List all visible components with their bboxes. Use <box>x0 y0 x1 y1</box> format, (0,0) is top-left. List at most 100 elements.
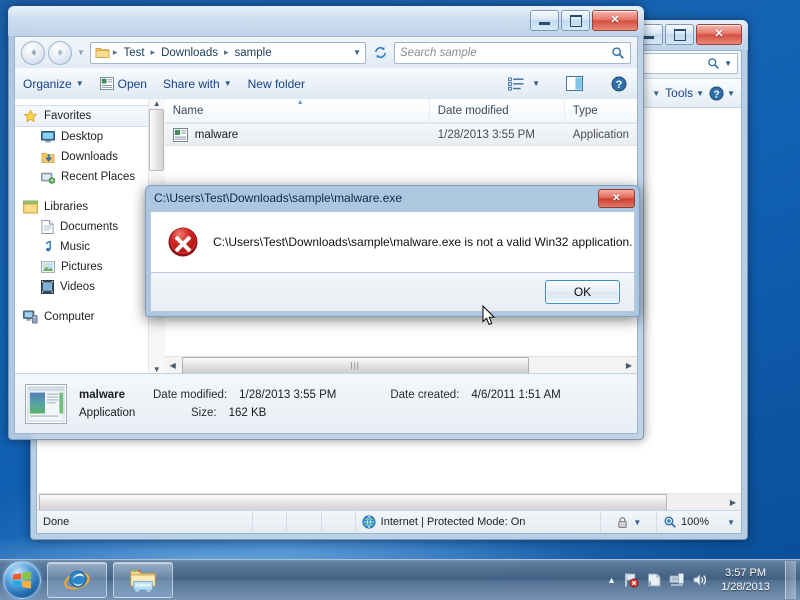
start-button[interactable] <box>3 561 41 599</box>
ie-help-menu[interactable]: ? ▼ <box>709 85 735 101</box>
ok-button[interactable]: OK <box>545 280 620 304</box>
file-date-modified-cell: 1/28/2013 3:55 PM <box>437 128 535 141</box>
explorer-close-button[interactable]: ✕ <box>592 10 638 31</box>
minimize-icon <box>643 36 654 39</box>
chevron-down-icon[interactable]: ▼ <box>633 518 641 527</box>
sidebar-label: Downloads <box>61 151 118 163</box>
change-view-button[interactable]: ▼ <box>508 76 540 91</box>
column-label: Name <box>172 104 204 117</box>
column-label: Date modified <box>437 104 509 117</box>
share-with-label: Share with <box>162 76 220 91</box>
file-list-horizontal-scrollbar[interactable]: ◀ ||| ▶ <box>164 356 637 374</box>
show-desktop-button[interactable] <box>785 561 796 599</box>
ie-horizontal-scrollbar[interactable]: ▶ <box>37 493 741 511</box>
sidebar-item-pictures[interactable]: Pictures <box>15 257 148 277</box>
breadcrumb-item-downloads[interactable]: Downloads <box>158 46 221 60</box>
sidebar-item-libraries[interactable]: Libraries <box>15 197 148 217</box>
address-dropdown-icon[interactable]: ▼ <box>353 48 361 57</box>
ie-hscroll-thumb[interactable] <box>39 494 667 511</box>
volume-icon[interactable] <box>692 572 708 588</box>
navpane-scroll-up-arrow[interactable]: ▲ <box>149 99 165 108</box>
maximize-icon <box>569 14 582 27</box>
show-hidden-icons-button[interactable]: ▲ <box>607 575 616 585</box>
back-button[interactable] <box>21 40 45 65</box>
filelist-hscroll-thumb[interactable]: ||| <box>181 357 529 374</box>
breadcrumb-separator: ▸ <box>150 47 156 57</box>
forward-arrow-icon <box>57 48 63 57</box>
sidebar-item-downloads[interactable]: Downloads <box>15 147 148 167</box>
sidebar-item-recent-places[interactable]: Recent Places <box>15 167 148 187</box>
ie-hscroll-right-arrow[interactable]: ▶ <box>725 498 741 507</box>
clock-date: 1/28/2013 <box>721 581 770 593</box>
column-header-date-modified[interactable]: Date modified <box>430 99 565 122</box>
file-name-cell[interactable]: malware <box>165 124 430 145</box>
explorer-title-bar[interactable]: ✕ <box>8 6 644 36</box>
address-bar[interactable]: ▸ Test ▸ Downloads ▸ sample ▼ <box>89 41 366 64</box>
taskbar-button-windows-explorer[interactable] <box>113 562 173 598</box>
file-preview-icon <box>25 383 67 424</box>
taskbar[interactable]: ▲ 3:57 PM 1/28/2013 <box>0 559 800 600</box>
explorer-maximize-button[interactable] <box>561 10 590 31</box>
table-row[interactable]: malware 1/28/2013 3:55 PM Application <box>164 123 637 146</box>
minimize-icon <box>539 22 550 25</box>
filelist-scroll-right-arrow[interactable]: ▶ <box>621 361 637 370</box>
recent-pages-dropdown-icon[interactable]: ▼ <box>77 48 85 57</box>
sidebar-item-videos[interactable]: Videos <box>15 277 148 297</box>
taskbar-button-internet-explorer[interactable] <box>47 562 107 598</box>
explorer-help-button[interactable]: ? <box>611 76 627 92</box>
ie-security-zone[interactable]: Internet | Protected Mode: On <box>356 511 601 533</box>
clock[interactable]: 3:57 PM 1/28/2013 <box>715 566 776 594</box>
open-button[interactable]: Open <box>99 77 147 91</box>
error-dialog-title-bar[interactable]: C:\Users\Test\Downloads\sample\malware.e… <box>145 185 640 211</box>
refresh-icon <box>374 46 386 59</box>
new-folder-button[interactable]: New folder <box>248 77 305 91</box>
sidebar-item-computer[interactable]: Computer <box>15 307 148 327</box>
desktop-icon <box>41 130 55 143</box>
recent-places-icon <box>41 172 55 184</box>
filelist-scroll-left-arrow[interactable]: ◀ <box>165 361 181 370</box>
network-flag-icon[interactable] <box>623 572 639 588</box>
details-pane: malware Date modified: 1/28/2013 3:55 PM… <box>15 373 637 433</box>
ie-close-button[interactable]: ✕ <box>696 24 742 45</box>
column-header-type[interactable]: Type <box>565 99 637 122</box>
search-input[interactable]: Search sample <box>394 41 631 64</box>
file-list-column-headers: ▲ Name Date modified Type <box>164 99 637 123</box>
error-dialog-close-button[interactable]: ✕ <box>598 189 635 208</box>
search-icon <box>612 46 624 59</box>
sidebar-item-favorites[interactable]: Favorites <box>15 105 148 127</box>
sidebar-item-music[interactable]: Music <box>15 237 148 257</box>
ie-maximize-button[interactable] <box>665 24 694 45</box>
ie-zoom-control[interactable]: 100% ▼ <box>657 511 741 533</box>
sidebar-item-documents[interactable]: Documents <box>15 217 148 237</box>
application-icon <box>172 127 188 142</box>
ie-tools-menu[interactable]: Tools ▼ <box>665 86 704 100</box>
ie-safety-dropdown-icon[interactable]: ▼ <box>652 89 660 98</box>
details-date-created-label: Date created: <box>390 388 460 401</box>
breadcrumb-item-sample[interactable]: sample <box>232 46 275 60</box>
explorer-minimize-button[interactable] <box>530 10 559 31</box>
view-list-icon <box>508 76 524 91</box>
error-dialog[interactable]: C:\Users\Test\Downloads\sample\malware.e… <box>145 185 640 317</box>
organize-button[interactable]: Organize ▼ <box>23 77 84 91</box>
forward-button[interactable] <box>48 40 72 65</box>
show-preview-pane-button[interactable] <box>566 76 583 91</box>
details-date-modified-label: Date modified: <box>153 388 228 401</box>
folder-icon <box>130 569 156 592</box>
breadcrumb-item-test[interactable]: Test <box>120 46 147 60</box>
ie-privacy-indicator[interactable]: ▼ <box>601 511 657 533</box>
navpane-scroll-thumb[interactable] <box>149 109 165 171</box>
sidebar-item-desktop[interactable]: Desktop <box>15 127 148 147</box>
ie-zoom-dropdown-icon[interactable]: ▼ <box>727 518 735 527</box>
column-header-name[interactable]: ▲ Name <box>165 99 430 122</box>
action-center-icon[interactable] <box>646 572 662 588</box>
ie-search-box[interactable]: ▼ <box>636 53 738 74</box>
chevron-down-icon[interactable]: ▼ <box>532 79 540 88</box>
ie-search-dropdown-icon[interactable]: ▼ <box>724 59 732 68</box>
share-with-button[interactable]: Share with ▼ <box>163 77 232 91</box>
details-date-modified-value: 1/28/2013 3:55 PM <box>239 388 337 401</box>
network-icon[interactable] <box>669 572 685 588</box>
ok-button-label: OK <box>573 285 592 299</box>
refresh-button[interactable] <box>369 45 391 60</box>
